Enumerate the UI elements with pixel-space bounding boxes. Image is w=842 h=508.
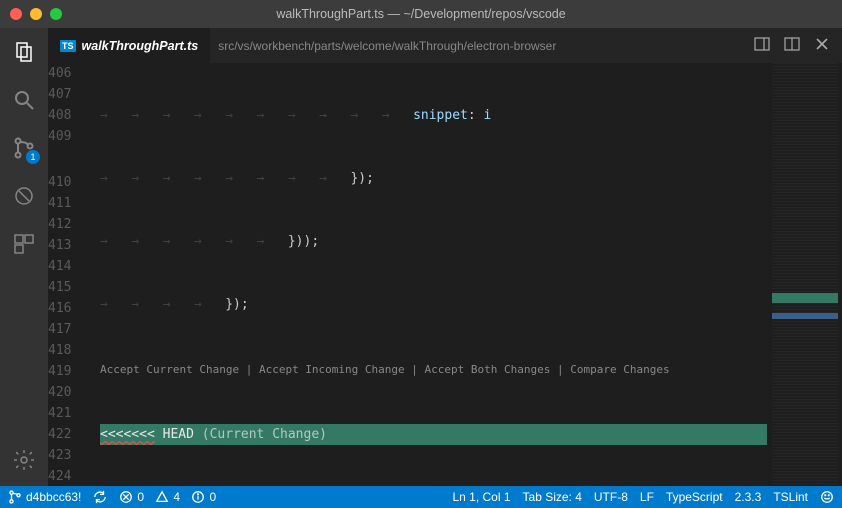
- minimize-window-icon[interactable]: [30, 8, 42, 20]
- close-window-icon[interactable]: [10, 8, 22, 20]
- code-content[interactable]: → → → → → → → → → → snippet: i → → → → →…: [100, 63, 767, 486]
- tslint-status[interactable]: TSLint: [773, 490, 808, 504]
- language-status[interactable]: TypeScript: [666, 490, 723, 504]
- feedback-smiley-icon[interactable]: [820, 490, 834, 504]
- layout-icon[interactable]: [784, 36, 800, 55]
- split-editor-icon[interactable]: [754, 36, 770, 55]
- status-bar: d4bbcc63! 0 4 0 Ln 1, Col 1 Tab Size: 4 …: [0, 486, 842, 508]
- cursor-position-status[interactable]: Ln 1, Col 1: [452, 490, 510, 504]
- conflict-head-marker: <<<<<<< HEAD (Current Change): [100, 424, 767, 445]
- accept-current-link[interactable]: Accept Current Change: [100, 363, 239, 376]
- git-branch-status[interactable]: d4bbcc63!: [8, 490, 81, 504]
- line-gutter: 406 407 408 409 410 411 412 413 414 415 …: [48, 63, 100, 486]
- source-control-icon[interactable]: 1: [10, 134, 38, 162]
- tab-size-status[interactable]: Tab Size: 4: [523, 490, 582, 504]
- scm-badge: 1: [26, 150, 40, 164]
- typescript-file-icon: TS: [60, 40, 76, 52]
- explorer-icon[interactable]: [10, 38, 38, 66]
- minimap[interactable]: [767, 63, 842, 486]
- settings-gear-icon[interactable]: [10, 446, 38, 474]
- tab-bar: TS walkThroughPart.ts src/vs/workbench/p…: [48, 28, 842, 63]
- eol-status[interactable]: LF: [640, 490, 654, 504]
- extensions-icon[interactable]: [10, 230, 38, 258]
- window-title: walkThroughPart.ts — ~/Development/repos…: [276, 7, 565, 21]
- close-editor-icon[interactable]: [814, 36, 830, 55]
- debug-icon[interactable]: [10, 182, 38, 210]
- search-icon[interactable]: [10, 86, 38, 114]
- window-controls: [10, 8, 62, 20]
- accept-both-link[interactable]: Accept Both Changes: [425, 363, 551, 376]
- titlebar: walkThroughPart.ts — ~/Development/repos…: [0, 0, 842, 28]
- editor-body[interactable]: 406 407 408 409 410 411 412 413 414 415 …: [48, 63, 842, 486]
- tab-active[interactable]: TS walkThroughPart.ts: [48, 28, 210, 63]
- breadcrumb[interactable]: src/vs/workbench/parts/welcome/walkThrou…: [218, 39, 556, 53]
- encoding-status[interactable]: UTF-8: [594, 490, 628, 504]
- activity-bar: 1: [0, 28, 48, 486]
- compare-changes-link[interactable]: Compare Changes: [570, 363, 669, 376]
- zoom-window-icon[interactable]: [50, 8, 62, 20]
- tab-filename: walkThroughPart.ts: [82, 39, 199, 53]
- problems-status[interactable]: 0 4 0: [119, 490, 216, 504]
- sync-status[interactable]: [93, 490, 107, 504]
- merge-codelens: Accept Current Change | Accept Incoming …: [100, 357, 767, 382]
- accept-incoming-link[interactable]: Accept Incoming Change: [259, 363, 405, 376]
- ts-version-status[interactable]: 2.3.3: [735, 490, 762, 504]
